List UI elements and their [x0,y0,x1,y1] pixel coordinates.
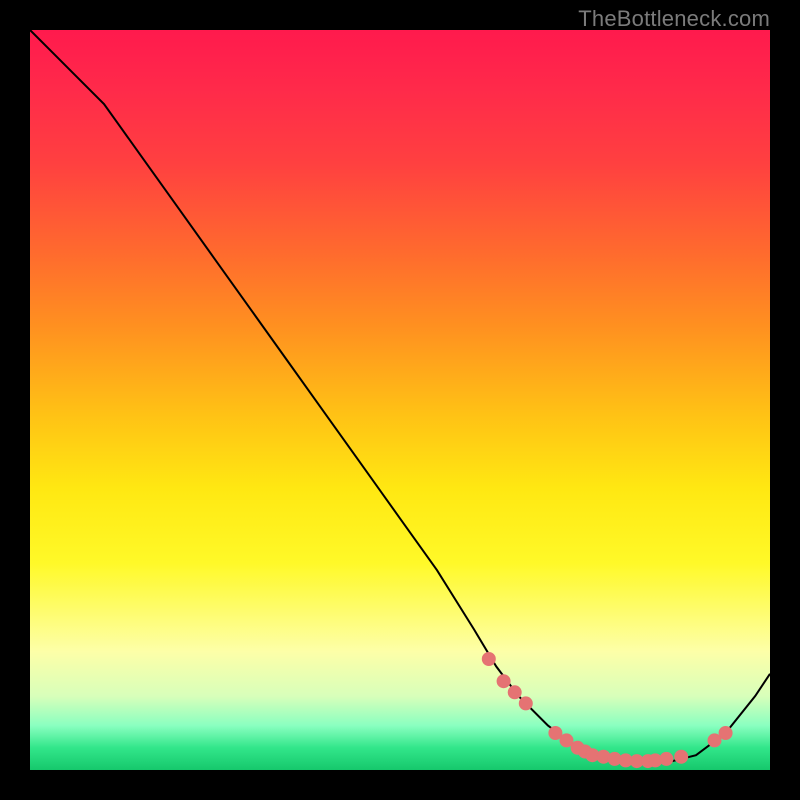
highlight-dot [560,734,573,747]
highlight-dot [482,653,495,666]
highlight-dot [708,734,721,747]
highlighted-dots-group [482,653,732,768]
highlight-dot [660,752,673,765]
highlight-dot [519,697,532,710]
chart-svg [30,30,770,770]
bottleneck-curve [30,30,770,763]
highlight-dot [675,750,688,763]
highlight-dot [497,675,510,688]
watermark-text: TheBottleneck.com [578,6,770,32]
highlight-dot [508,686,521,699]
highlight-dot [719,727,732,740]
highlight-dot [549,727,562,740]
plot-area [30,30,770,770]
chart-frame: TheBottleneck.com [0,0,800,800]
